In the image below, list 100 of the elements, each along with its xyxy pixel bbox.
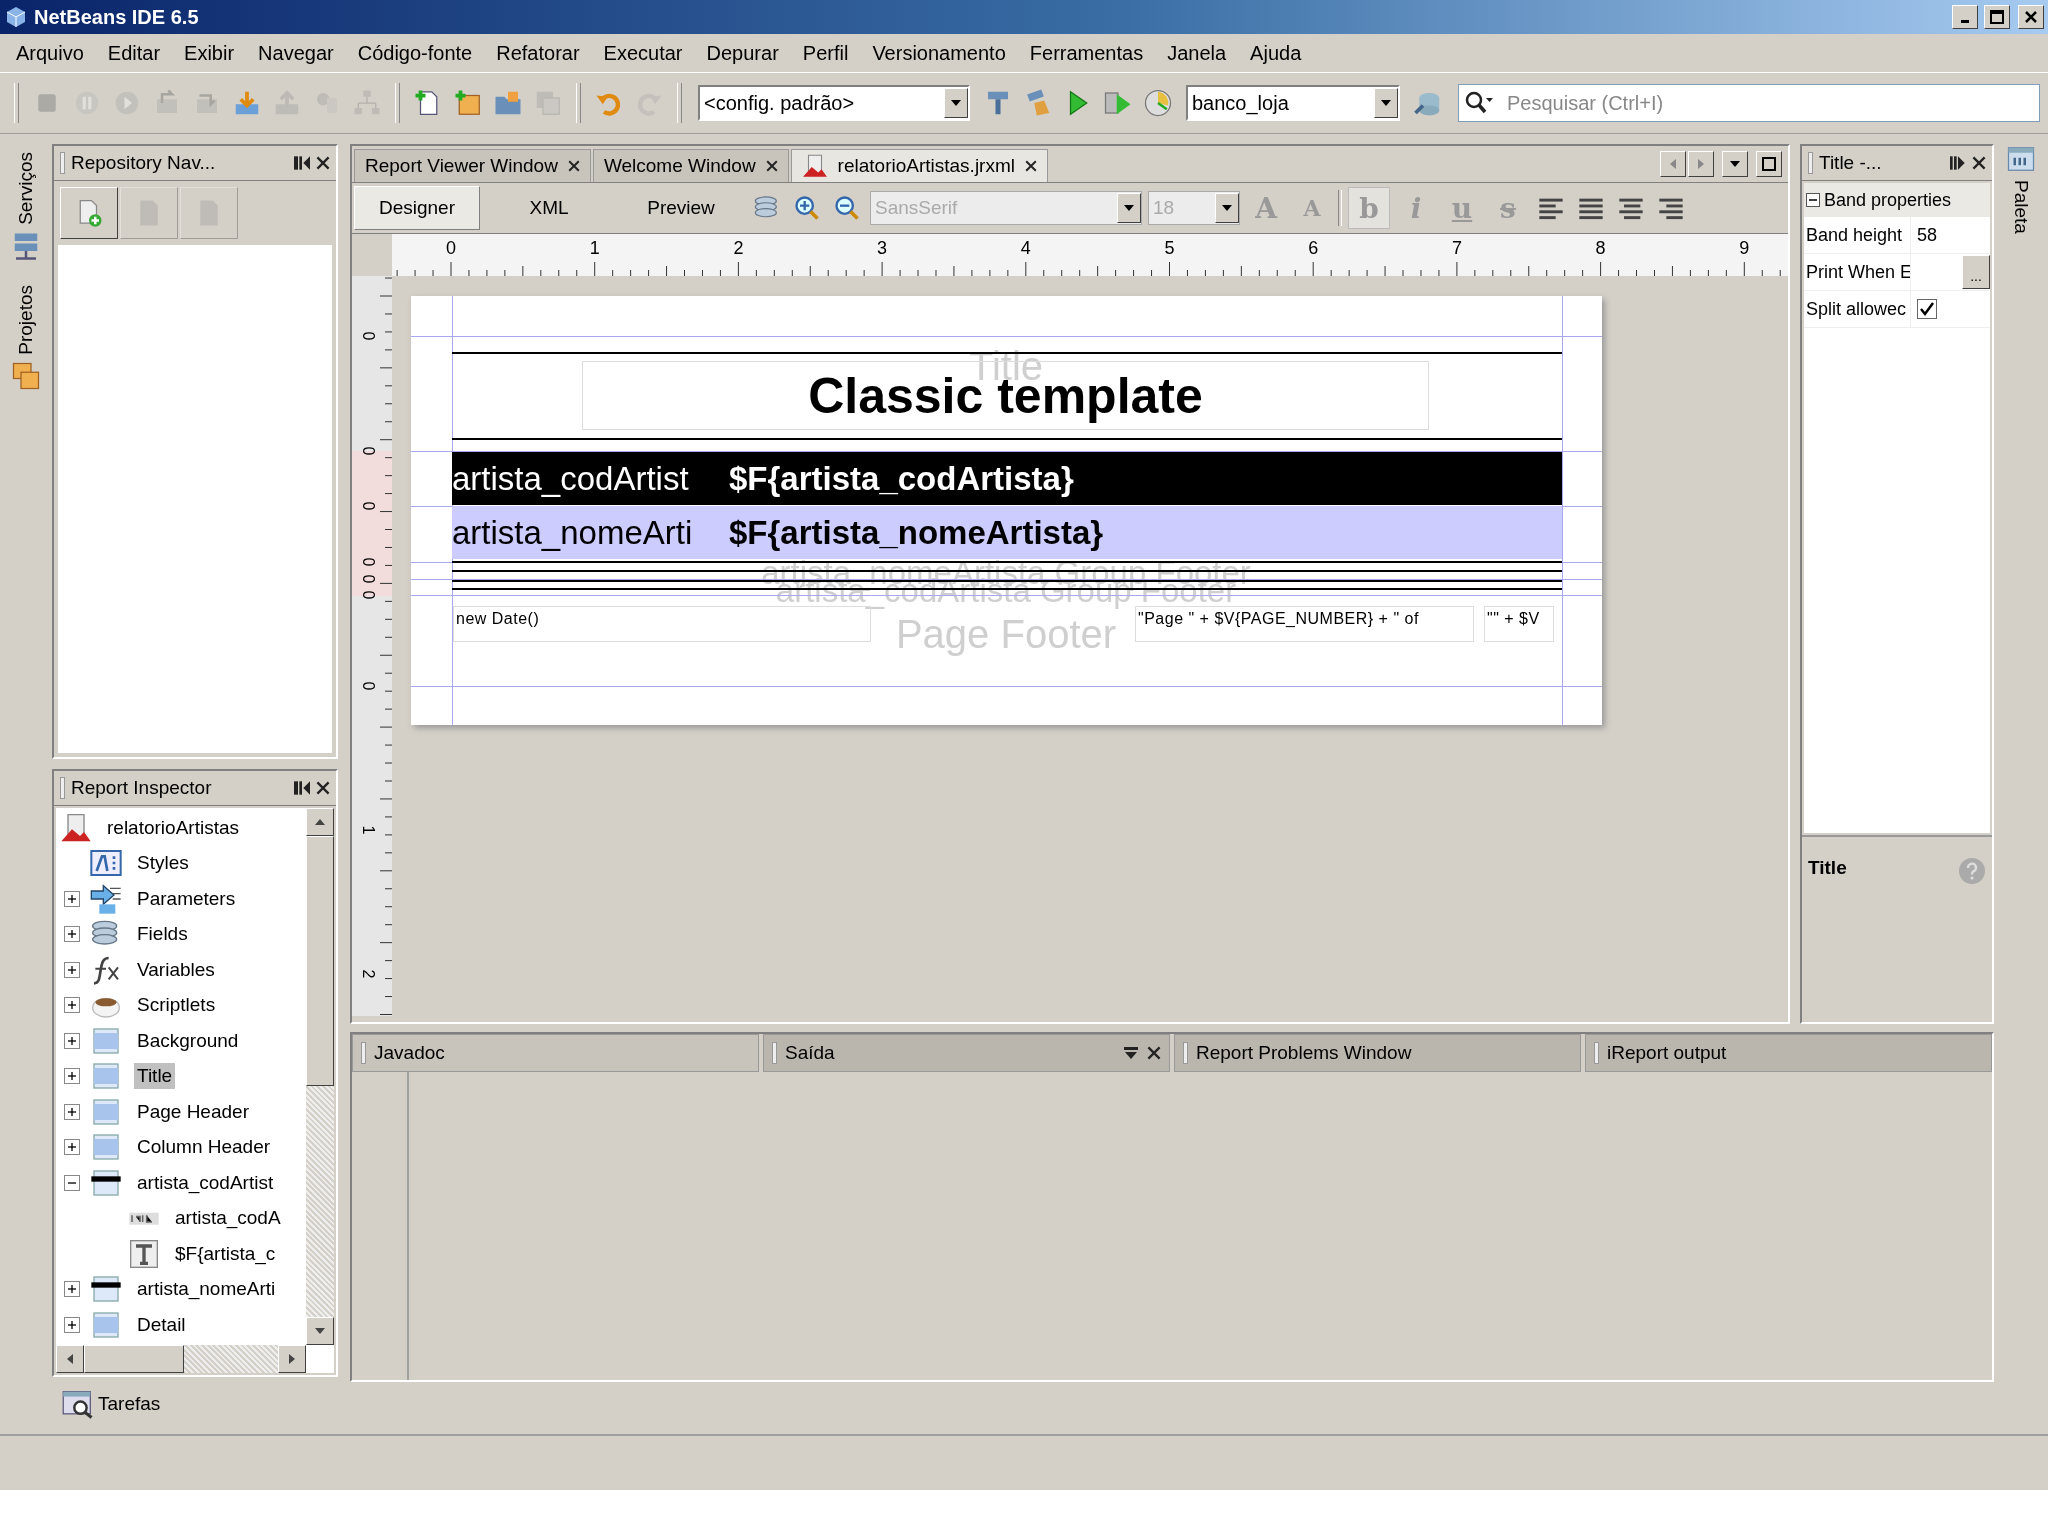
output-tab[interactable]: Javadoc: [352, 1034, 759, 1072]
maximize-editor-button[interactable]: [1756, 151, 1782, 177]
menu-item[interactable]: Editar: [95, 37, 173, 69]
side-tab[interactable]: Projetos: [15, 284, 37, 355]
tree-item[interactable]: relatorioArtistas: [104, 814, 242, 841]
expander-icon[interactable]: [64, 890, 80, 907]
minimize-panel-icon[interactable]: [1950, 156, 1966, 170]
expander-icon[interactable]: [64, 1139, 80, 1156]
menu-item[interactable]: Exibir: [172, 37, 247, 69]
menu-icon[interactable]: [1123, 1046, 1139, 1060]
expander-icon[interactable]: [64, 997, 80, 1014]
grip-handle[interactable]: [60, 777, 65, 799]
close-icon[interactable]: [1147, 1046, 1161, 1060]
menu-item[interactable]: Arquivo: [4, 37, 96, 69]
field-expression[interactable]: $F{artista_nomeArtista}: [729, 513, 1104, 552]
vertical-scrollbar[interactable]: [306, 808, 334, 1345]
field-label[interactable]: artista_codArtist: [452, 459, 729, 498]
view-tab[interactable]: Designer: [354, 186, 480, 230]
menu-item[interactable]: Janela: [1155, 37, 1239, 69]
configuration-dropdown[interactable]: <config. padrão>: [698, 85, 970, 121]
property-value[interactable]: 58: [1917, 224, 1938, 246]
grip-handle[interactable]: [1183, 1042, 1188, 1064]
gauge-icon[interactable]: [1143, 88, 1173, 118]
documents-dropdown-button[interactable]: [1722, 151, 1748, 177]
field-label[interactable]: artista_nomeArti: [452, 513, 729, 552]
menu-item[interactable]: Código-fonte: [345, 37, 485, 69]
output-tab[interactable]: Report Problems Window: [1174, 1034, 1581, 1072]
editor-tab[interactable]: Report Viewer Window: [354, 149, 591, 182]
close-icon[interactable]: [567, 160, 580, 172]
datasource-dropdown[interactable]: banco_loja: [1186, 85, 1400, 121]
left-arrow-icon[interactable]: [66, 1353, 74, 1365]
tasks-icon[interactable]: [62, 1389, 94, 1419]
menu-item[interactable]: Ajuda: [1238, 37, 1314, 69]
tree-item[interactable]: Title: [134, 1063, 176, 1090]
grip-handle[interactable]: [361, 1042, 366, 1064]
expander-icon[interactable]: [64, 1032, 80, 1049]
tree-item[interactable]: Variables: [134, 956, 218, 983]
expander-icon[interactable]: [64, 1068, 80, 1085]
menu-item[interactable]: Refatorar: [484, 37, 592, 69]
close-icon[interactable]: [316, 781, 330, 795]
group-header-band[interactable]: artista_codArtist $F{artista_codArtista}: [452, 452, 1562, 505]
close-button[interactable]: [2018, 5, 2044, 29]
tree-item[interactable]: artista_nomeArti: [134, 1276, 279, 1303]
footer-field[interactable]: "Page " + $V{PAGE_NUMBER} + " of: [1135, 606, 1474, 642]
grip-handle[interactable]: [60, 152, 65, 174]
expander-icon[interactable]: [64, 926, 80, 943]
close-icon[interactable]: [765, 160, 778, 172]
side-tab[interactable]: Serviços: [15, 152, 37, 225]
close-icon[interactable]: [316, 156, 330, 170]
grip-handle[interactable]: [772, 1042, 777, 1064]
menu-item[interactable]: Depurar: [694, 37, 791, 69]
editor-tab[interactable]: Welcome Window: [592, 149, 789, 182]
zoom-out-icon[interactable]: [833, 194, 861, 222]
tree-item[interactable]: Background: [134, 1027, 242, 1054]
footer-field[interactable]: new Date(): [453, 606, 871, 642]
group-header-band[interactable]: artista_nomeArti $F{artista_nomeArtista}: [452, 506, 1562, 559]
tree-item[interactable]: Styles: [134, 850, 192, 877]
scroll-right-button[interactable]: [1688, 151, 1714, 177]
tasks-tab[interactable]: Tarefas: [98, 1393, 161, 1415]
expander-icon[interactable]: [64, 1281, 80, 1298]
tree-item[interactable]: Column Header: [134, 1134, 274, 1161]
new-folder-icon[interactable]: [453, 88, 483, 118]
editor-tab[interactable]: relatorioArtistas.jrxml: [790, 149, 1048, 182]
output-tab[interactable]: iReport output: [1585, 1034, 1992, 1072]
menu-item[interactable]: Ferramentas: [1017, 37, 1156, 69]
expander-icon[interactable]: [64, 1103, 80, 1120]
menu-item[interactable]: Navegar: [246, 37, 346, 69]
side-tab[interactable]: Paleta: [2010, 180, 2032, 234]
output-tab[interactable]: Saída: [763, 1034, 1170, 1072]
view-tab[interactable]: Preview: [618, 186, 744, 230]
tree-item[interactable]: Scriptlets: [134, 992, 219, 1019]
maximize-button[interactable]: [1984, 5, 2010, 29]
view-tab[interactable]: XML: [486, 186, 612, 230]
expander-icon[interactable]: [64, 1316, 80, 1333]
tree-item[interactable]: Fields: [134, 921, 191, 948]
menu-item[interactable]: Versionamento: [860, 37, 1018, 69]
menu-item[interactable]: Executar: [591, 37, 695, 69]
close-icon[interactable]: [1025, 160, 1037, 172]
expander-icon[interactable]: [64, 961, 80, 978]
tab-label[interactable]: iReport output: [1607, 1042, 1727, 1064]
up-arrow-icon[interactable]: [314, 818, 326, 826]
tab-label[interactable]: Saída: [785, 1042, 835, 1064]
search-field[interactable]: Pesquisar (Ctrl+I): [1458, 84, 2040, 122]
footer-field[interactable]: "" + $V: [1484, 606, 1554, 642]
tree-item[interactable]: Page Header: [134, 1098, 252, 1125]
horizontal-scrollbar[interactable]: [56, 1345, 306, 1373]
scroll-left-button[interactable]: [1660, 151, 1686, 177]
zoom-in-icon[interactable]: [793, 194, 821, 222]
collapse-icon[interactable]: [1806, 193, 1820, 207]
minimize-button[interactable]: [1952, 5, 1978, 29]
search-icon[interactable]: [1464, 90, 1494, 116]
field-expression[interactable]: $F{artista_codArtista}: [729, 459, 1074, 498]
grip-handle[interactable]: [1808, 152, 1813, 174]
down-arrow-icon[interactable]: [314, 1327, 326, 1335]
tree-item[interactable]: Parameters: [134, 885, 239, 912]
minimize-panel-icon[interactable]: [294, 781, 310, 795]
tab-label[interactable]: Javadoc: [374, 1042, 445, 1064]
tree-item[interactable]: $F{artista_c: [172, 1240, 279, 1267]
minimize-panel-icon[interactable]: [294, 156, 310, 170]
tree-item[interactable]: artista_codA: [172, 1205, 284, 1232]
